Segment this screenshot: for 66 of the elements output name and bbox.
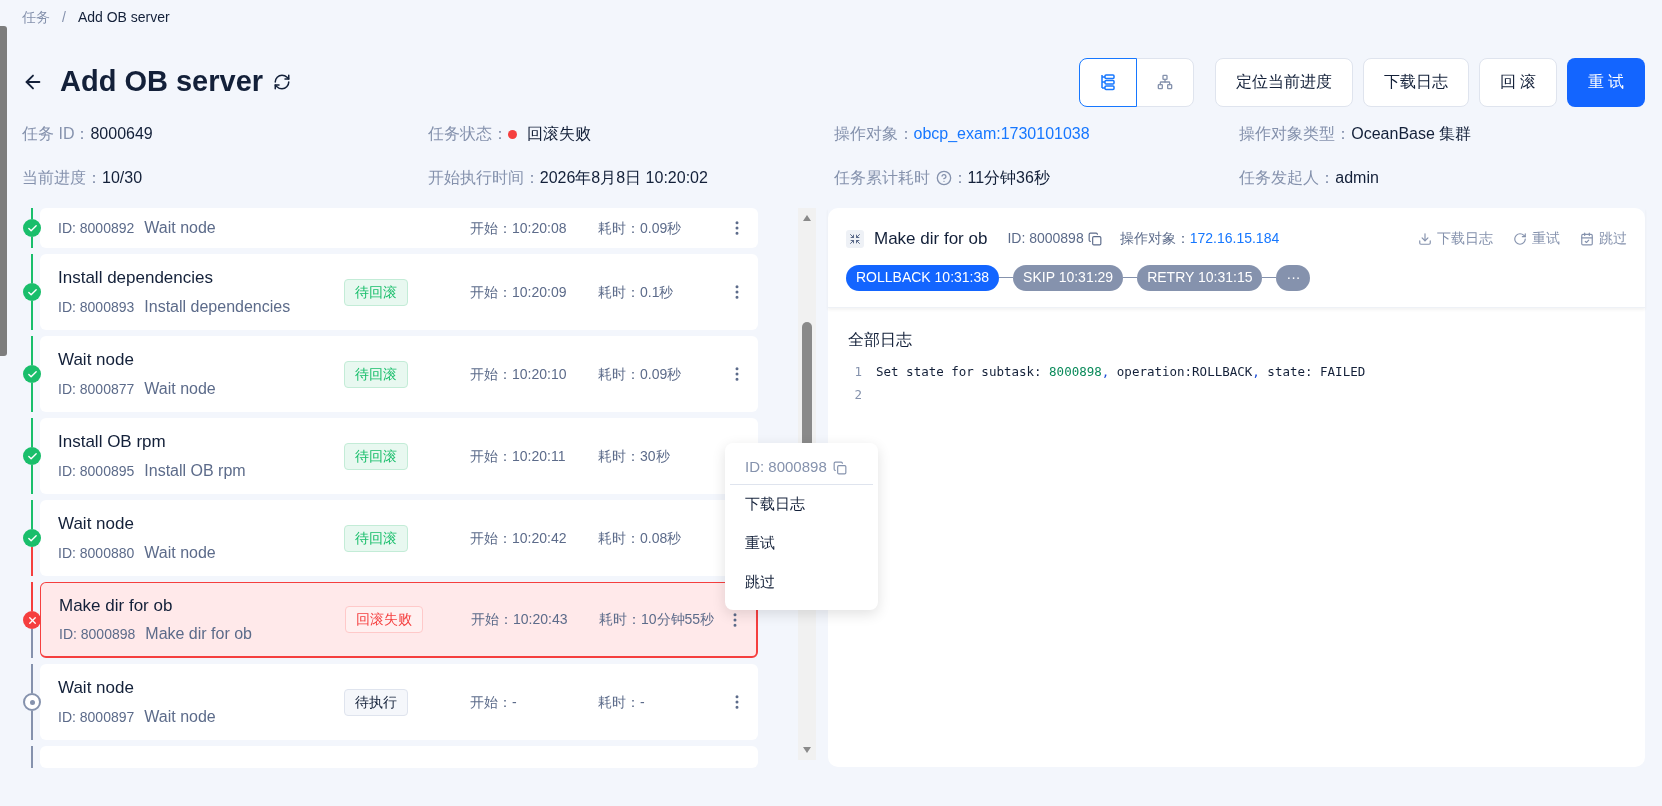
info-label: 任务状态： [427, 124, 508, 144]
start-time: 开始：- [470, 692, 518, 712]
log-line: Set state for subtask: 8000898, operation:ROLLBACK, state: FAILED [876, 362, 1366, 381]
line-number: 1 [853, 362, 862, 381]
task-title: Install OB rpm [58, 431, 167, 454]
task-title: Install dependencies [58, 267, 214, 290]
duration: 耗时：30秒 [598, 446, 671, 466]
task-id: ID: 8000880 [58, 543, 135, 563]
task-id: ID: 8000892 [58, 219, 135, 238]
info-label: 任务发起人： [1239, 168, 1336, 188]
breadcrumb-item: Add OB server [77, 7, 170, 27]
start-time: 开始：10:20:42 [470, 528, 568, 548]
task-name: Install dependencies [144, 296, 291, 317]
task-name: Wait node [144, 378, 216, 399]
duration: 耗时：0.08秒 [598, 528, 683, 548]
status-badge: 待回滚 [344, 360, 408, 388]
info-label: 任务累计耗时 [833, 168, 930, 188]
status-badge: 待回滚 [344, 278, 408, 306]
duration: 耗时：10分钟55秒 [599, 610, 716, 629]
info-value: 回滚失败 [526, 124, 591, 144]
info-label: ： [951, 168, 968, 188]
task-id: ID: 8000893 [58, 297, 135, 317]
task-id: ID: 8000898 [59, 625, 136, 645]
task-id: ID: 8000897 [58, 707, 135, 727]
info-label: 开始执行时间： [427, 168, 540, 188]
detail-title: Make dir for ob [874, 228, 988, 250]
info-label: 任务 ID： [22, 124, 91, 144]
task-title: Wait node [58, 513, 135, 536]
start-time: 开始：10:20:09 [470, 282, 568, 302]
status-badge: 待回滚 [344, 524, 408, 552]
info-label: 操作对象类型： [1239, 124, 1352, 144]
start-time: 开始：10:20:11 [470, 446, 567, 466]
status-badge: 回滚失败 [345, 606, 423, 633]
duration: 耗时：- [598, 692, 646, 712]
info-value: 2026年8月8日 10:20:02 [539, 168, 708, 188]
line-number: 2 [853, 385, 862, 404]
breadcrumb-separator: / [62, 7, 66, 27]
info-value: 8000649 [90, 124, 153, 144]
start-time: 开始：10:20:43 [471, 610, 569, 629]
task-id: ID: 8000877 [58, 379, 135, 399]
task-name: Wait node [144, 706, 216, 727]
duration: 耗时：0.1秒 [598, 282, 675, 302]
duration: 耗时：0.09秒 [598, 364, 683, 384]
task-title: Make dir for ob [59, 594, 174, 617]
task-name: Wait node [144, 542, 216, 563]
task-name: Install OB rpm [144, 460, 246, 481]
task-id: ID: 8000895 [58, 461, 135, 481]
log-title: 全部日志 [848, 330, 912, 348]
task-title: Wait node [58, 349, 135, 372]
duration: 耗时：0.09秒 [598, 218, 683, 238]
task-title: Wait node [58, 677, 135, 700]
task-name: Wait node [144, 218, 216, 238]
info-value: OceanBase 集群 [1351, 124, 1472, 144]
detail-id: ID: 8000898 [1007, 229, 1084, 249]
info-label: 操作对象： [833, 124, 914, 144]
start-time: 开始：10:20:10 [470, 364, 568, 384]
page-title: Add OB server [60, 64, 264, 100]
target-label: 操作对象： [1119, 229, 1190, 249]
info-value: 11分钟36秒 [967, 168, 1050, 188]
status-badge: 待执行 [344, 688, 408, 716]
start-time: 开始：10:20:08 [470, 218, 568, 238]
task-name: Make dir for ob [145, 624, 252, 645]
info-label: 当前进度： [22, 168, 102, 188]
status-badge: 待回滚 [344, 442, 408, 470]
info-value: admin [1335, 168, 1379, 188]
info-value: 10/30 [102, 168, 143, 188]
